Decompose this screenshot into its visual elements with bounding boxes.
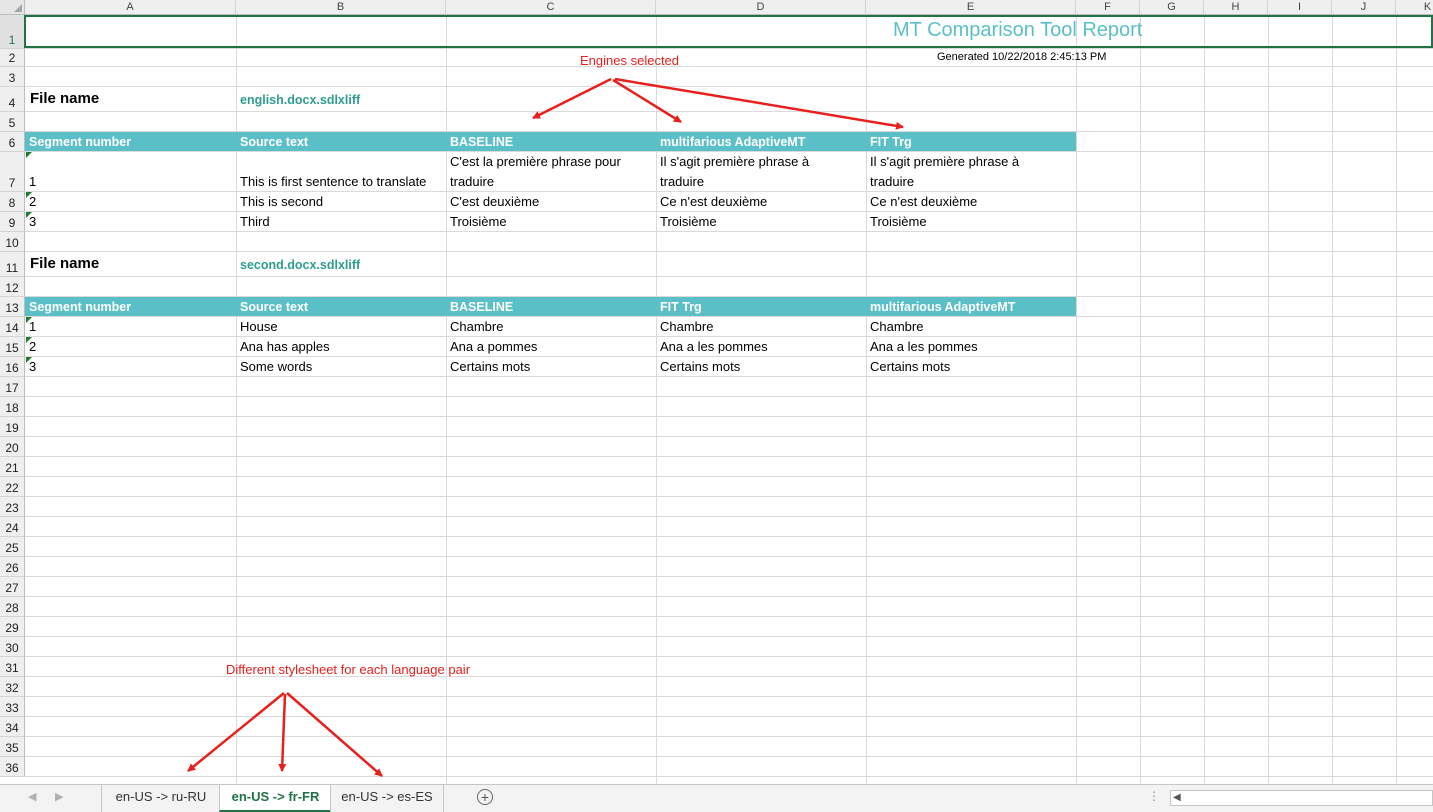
scroll-left-icon[interactable]: ◀ — [1173, 792, 1181, 803]
horizontal-scrollbar[interactable]: ◀ — [1170, 790, 1433, 806]
sheet-tab-es[interactable]: en-US -> es-ES — [330, 785, 444, 812]
sheet-tab-bar: ◀ ▶ en-US -> ru-RU en-US -> fr-FR en-US … — [0, 784, 1433, 812]
arrow-to-engine3 — [614, 77, 904, 130]
spreadsheet-grid[interactable]: A B C D E F G H I J K 1 2 3 4 5 6 7 8 9 … — [0, 0, 1433, 784]
sheet-tab-ru[interactable]: en-US -> ru-RU — [101, 785, 220, 812]
more-options-icon[interactable]: ⋮ — [1148, 789, 1160, 803]
tab-scroll-left-icon[interactable]: ◀ — [28, 790, 36, 803]
arrow-to-tab3 — [286, 692, 383, 777]
add-sheet-icon[interactable]: + — [477, 789, 493, 805]
annotation-arrows — [187, 77, 904, 777]
arrow-to-tab1 — [187, 692, 285, 772]
arrow-to-baseline — [532, 77, 612, 120]
arrow-to-engine2 — [612, 78, 682, 124]
tab-scroll-right-icon[interactable]: ▶ — [55, 790, 63, 803]
arrow-to-tab2 — [278, 693, 287, 772]
sheet-tab-fr[interactable]: en-US -> fr-FR — [219, 785, 331, 812]
